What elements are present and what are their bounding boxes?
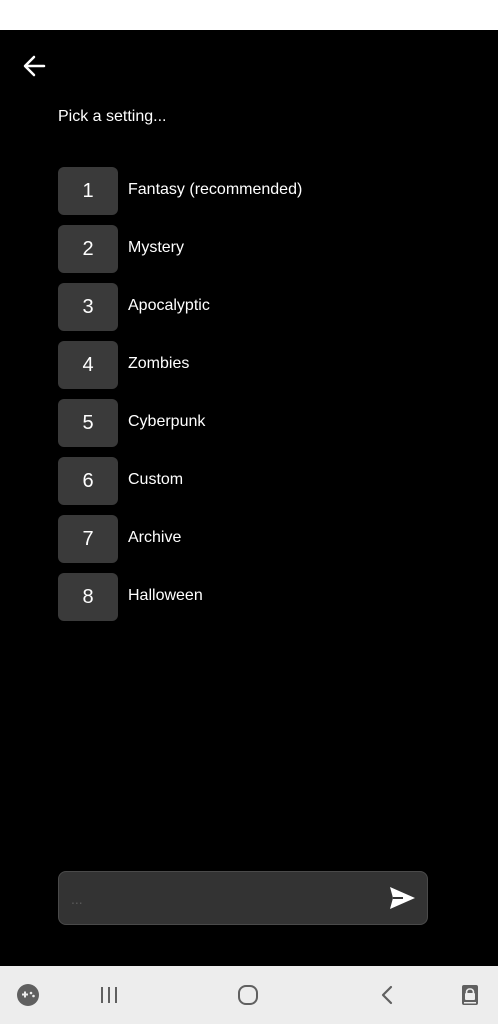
option-label[interactable]: Mystery xyxy=(128,239,184,257)
option-6[interactable]: 6 Custom xyxy=(58,457,478,505)
option-3[interactable]: 3 Apocalyptic xyxy=(58,283,478,331)
game-launcher-button[interactable] xyxy=(14,981,42,1009)
option-label[interactable]: Archive xyxy=(128,529,181,547)
home-icon xyxy=(238,985,258,1005)
option-8[interactable]: 8 Halloween xyxy=(58,573,478,621)
message-input-bar xyxy=(58,871,428,926)
option-number-button[interactable]: 8 xyxy=(58,573,118,621)
option-2[interactable]: 2 Mystery xyxy=(58,225,478,273)
back-chevron-icon xyxy=(381,985,393,1005)
option-number-button[interactable]: 1 xyxy=(58,167,118,215)
option-1[interactable]: 1 Fantasy (recommended) xyxy=(58,167,478,215)
recent-apps-icon xyxy=(101,987,117,1003)
send-icon xyxy=(390,887,415,909)
recent-apps-button[interactable] xyxy=(95,981,123,1009)
option-number-button[interactable]: 4 xyxy=(58,341,118,389)
option-label[interactable]: Zombies xyxy=(128,355,189,373)
option-label[interactable]: Cyberpunk xyxy=(128,413,205,431)
back-button[interactable] xyxy=(20,52,50,80)
option-number-button[interactable]: 5 xyxy=(58,399,118,447)
option-number-button[interactable]: 3 xyxy=(58,283,118,331)
gamepad-icon xyxy=(17,984,39,1006)
option-label[interactable]: Halloween xyxy=(128,587,203,605)
app-screen: Pick a setting... 1 Fantasy (recommended… xyxy=(0,30,498,966)
option-7[interactable]: 7 Archive xyxy=(58,515,478,563)
secure-button[interactable] xyxy=(456,981,484,1009)
option-number-button[interactable]: 6 xyxy=(58,457,118,505)
system-back-button[interactable] xyxy=(374,981,402,1009)
prompt-text: Pick a setting... xyxy=(58,108,167,125)
option-number-button[interactable]: 7 xyxy=(58,515,118,563)
lock-icon xyxy=(462,985,478,1005)
home-button[interactable] xyxy=(234,981,262,1009)
option-label[interactable]: Apocalyptic xyxy=(128,297,210,315)
arrow-left-icon xyxy=(23,55,46,77)
option-number-button[interactable]: 2 xyxy=(58,225,118,273)
system-nav-bar xyxy=(0,966,498,1024)
option-4[interactable]: 4 Zombies xyxy=(58,341,478,389)
status-bar xyxy=(0,0,498,30)
message-input[interactable] xyxy=(69,872,373,926)
send-button[interactable] xyxy=(387,884,417,912)
option-label[interactable]: Fantasy (recommended) xyxy=(128,181,302,199)
option-label[interactable]: Custom xyxy=(128,471,183,489)
option-5[interactable]: 5 Cyberpunk xyxy=(58,399,478,447)
